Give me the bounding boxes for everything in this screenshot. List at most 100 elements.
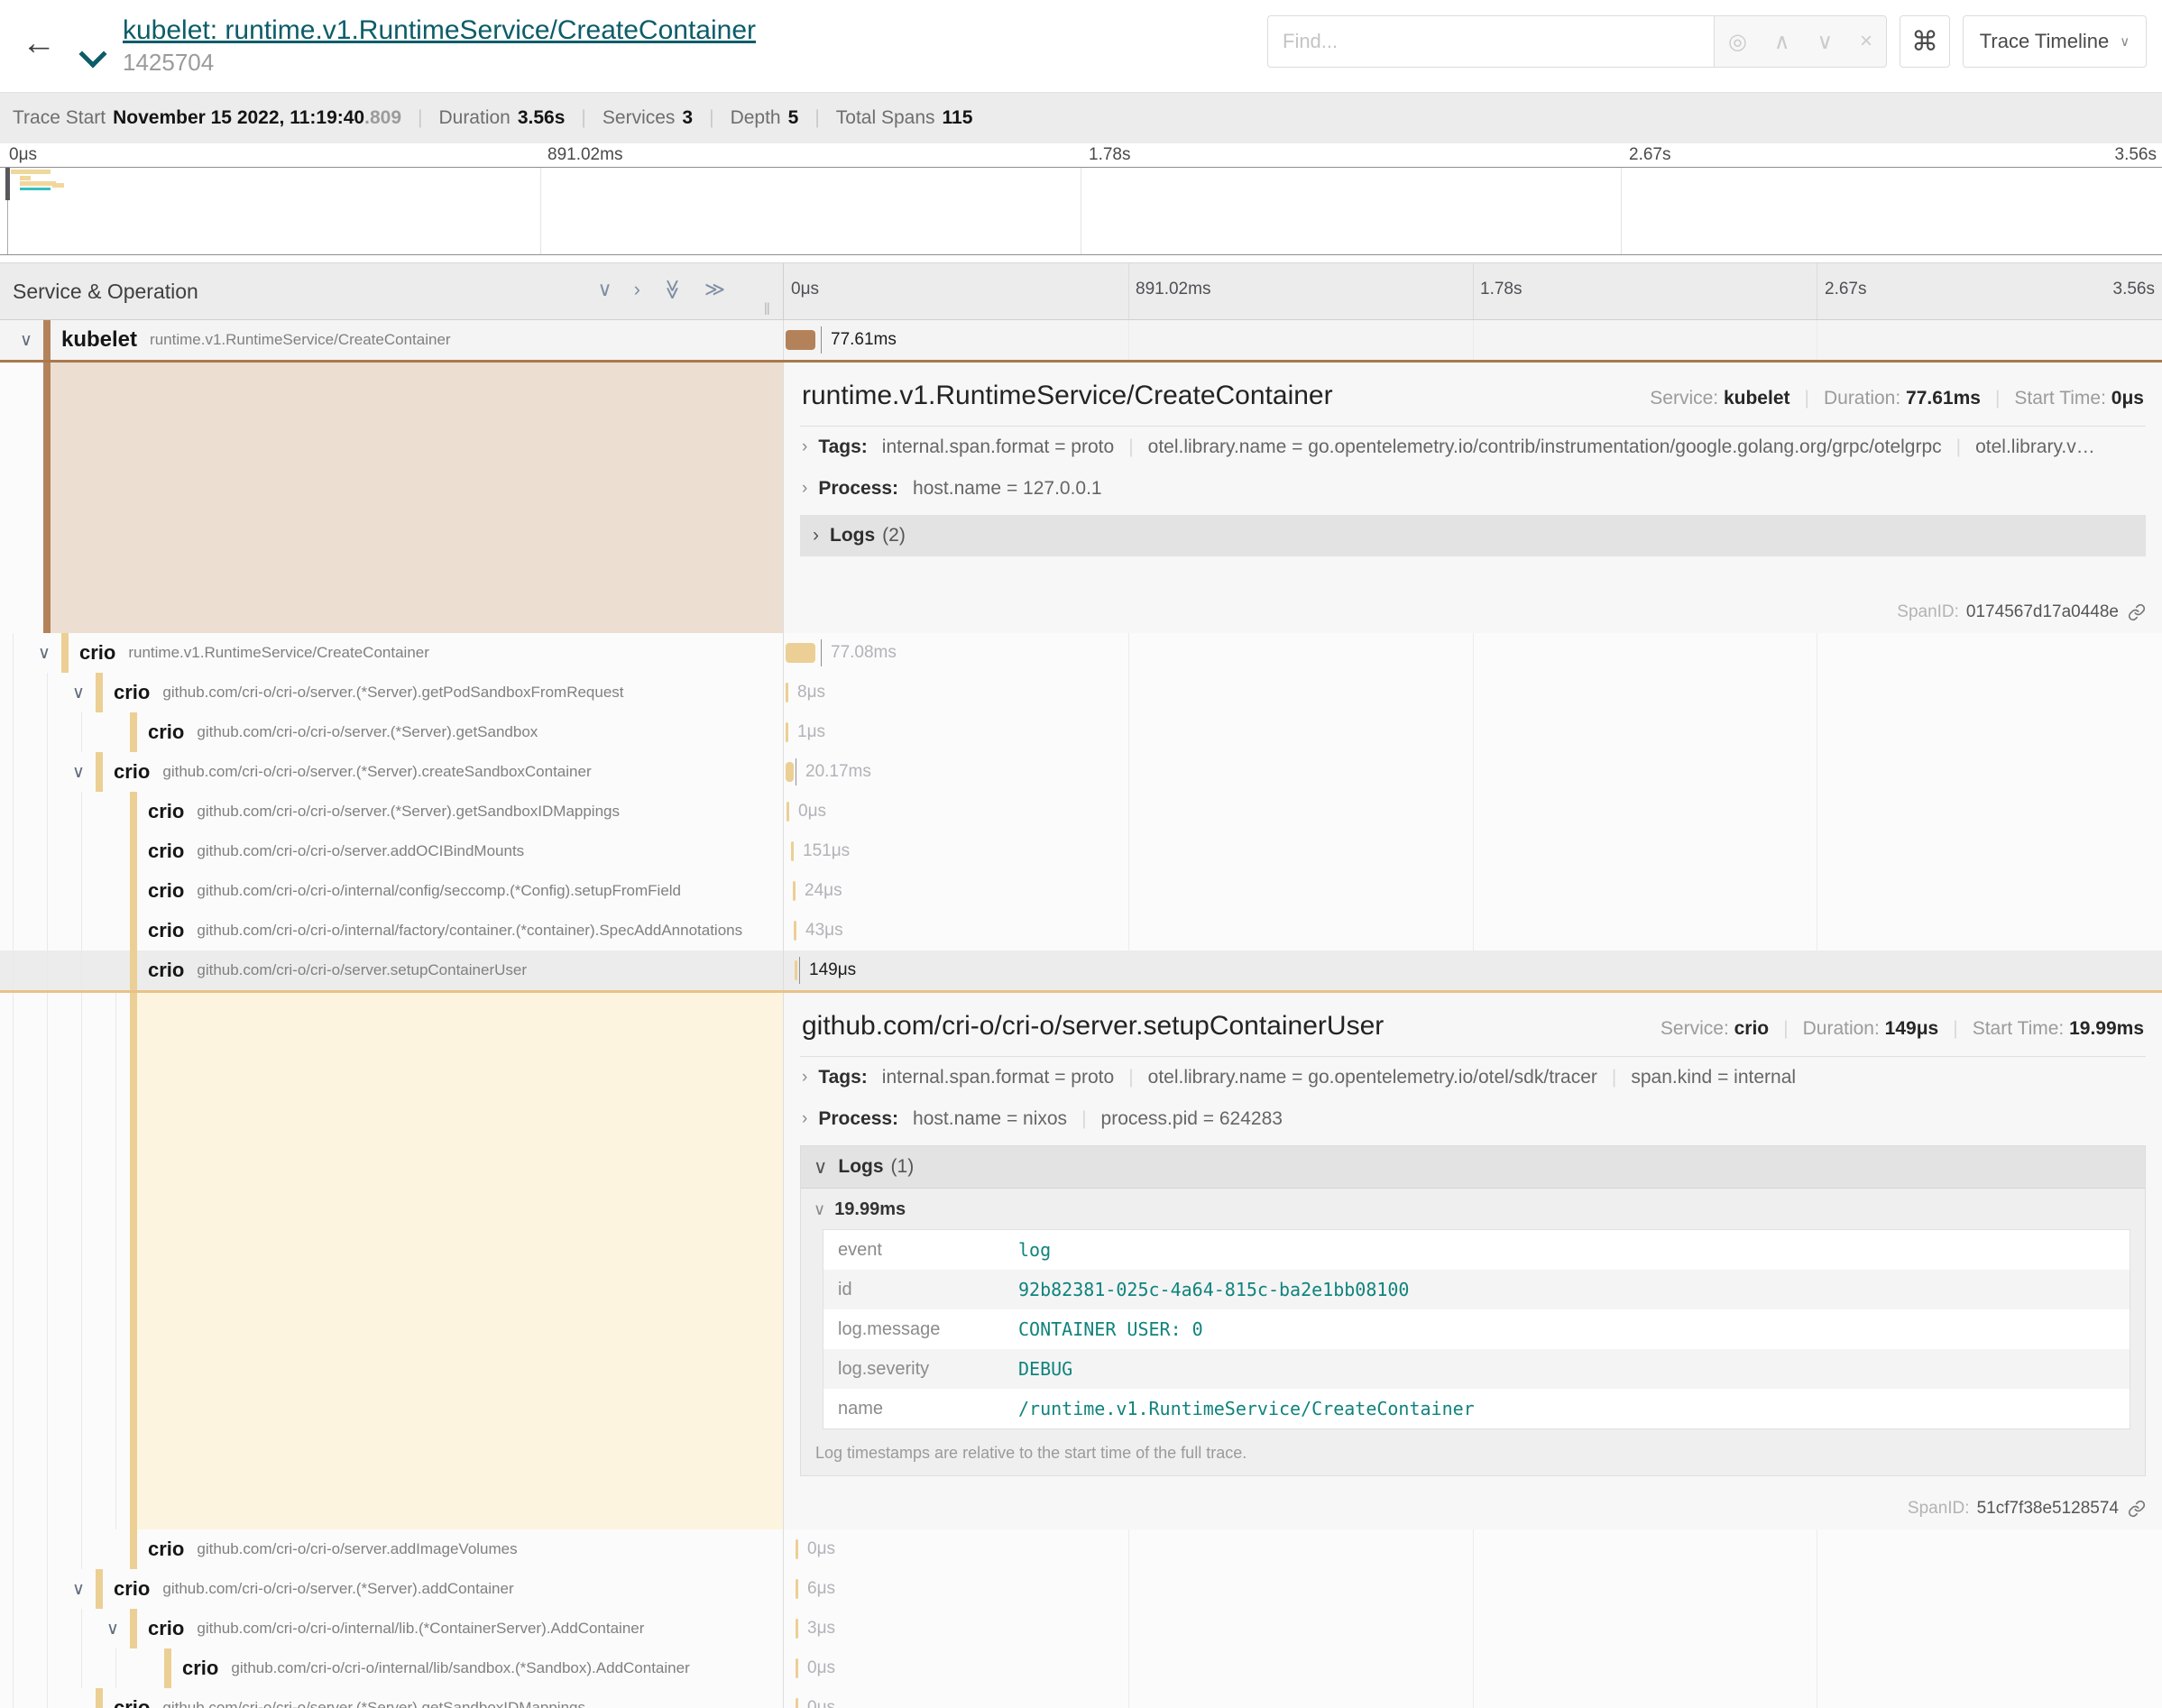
span-row[interactable]: crio github.com/cri-o/cri-o/internal/con…	[0, 871, 2162, 911]
chevron-right-icon[interactable]: ›	[802, 479, 807, 499]
chevron-right-icon[interactable]: ›	[802, 437, 807, 457]
span-service: crio	[114, 1577, 150, 1601]
span-name-cell[interactable]: crio github.com/cri-o/cri-o/server.(*Ser…	[0, 1688, 783, 1708]
span-row[interactable]: crio github.com/cri-o/cri-o/server.(*Ser…	[0, 1688, 2162, 1708]
span-name-cell[interactable]: ∨ crio github.com/cri-o/cri-o/server.(*S…	[0, 1569, 783, 1609]
span-bar[interactable]	[794, 921, 796, 941]
span-name-cell[interactable]: crio github.com/cri-o/cri-o/server.addIm…	[0, 1529, 783, 1569]
span-bar[interactable]	[786, 643, 815, 663]
find-input[interactable]	[1267, 15, 1714, 68]
span-row[interactable]: crio github.com/cri-o/cri-o/server.(*Ser…	[0, 712, 2162, 752]
span-timeline-cell[interactable]: 24μs	[783, 871, 2162, 911]
span-name-cell[interactable]: crio github.com/cri-o/cri-o/server.(*Ser…	[0, 792, 783, 831]
span-row[interactable]: ∨ crio github.com/cri-o/cri-o/internal/l…	[0, 1609, 2162, 1648]
span-name-cell[interactable]: ∨ kubelet runtime.v1.RuntimeService/Crea…	[0, 320, 783, 360]
minimap-scrubber[interactable]	[5, 168, 10, 200]
span-bar[interactable]	[796, 1698, 798, 1708]
span-bar[interactable]	[786, 722, 788, 742]
prev-result-icon[interactable]: ∧	[1774, 29, 1790, 55]
span-timeline-cell[interactable]: 77.08ms	[783, 633, 2162, 673]
span-name-cell[interactable]: crio github.com/cri-o/cri-o/server.(*Ser…	[0, 712, 783, 752]
span-row[interactable]: ∨ crio github.com/cri-o/cri-o/server.(*S…	[0, 1569, 2162, 1609]
span-name-cell[interactable]: ∨ crio github.com/cri-o/cri-o/server.(*S…	[0, 752, 783, 792]
span-timeline-cell[interactable]: 151μs	[783, 831, 2162, 871]
span-row[interactable]: crio github.com/cri-o/cri-o/server.(*Ser…	[0, 792, 2162, 831]
chevron-down-icon[interactable]: ∨	[20, 330, 43, 351]
span-bar[interactable]	[787, 802, 789, 822]
chevron-down-icon[interactable]: ∨	[72, 1579, 96, 1600]
collapse-all-icon[interactable]: ≫	[660, 279, 684, 299]
keyboard-shortcuts-button[interactable]: ⌘	[1900, 15, 1950, 68]
span-name-cell[interactable]: ∨ crio github.com/cri-o/cri-o/internal/l…	[0, 1609, 783, 1648]
span-bar[interactable]	[793, 881, 796, 901]
target-icon[interactable]: ◎	[1728, 29, 1747, 55]
process-row[interactable]: › Process: host.name = nixos process.pid…	[800, 1098, 2146, 1140]
chevron-right-icon[interactable]: ›	[802, 1068, 807, 1088]
expand-all-icon[interactable]: ≫	[704, 278, 725, 301]
span-timeline-cell[interactable]: 1μs	[783, 712, 2162, 752]
span-timeline-cell[interactable]: 77.61ms	[783, 320, 2162, 360]
span-row[interactable]: ∨ crio runtime.v1.RuntimeService/CreateC…	[0, 633, 2162, 673]
span-bar[interactable]	[786, 683, 788, 702]
column-resizer-handle[interactable]: ‖	[764, 300, 770, 319]
logs-toggle[interactable]: › Logs (2)	[800, 515, 2146, 556]
collapse-header-chevron-icon[interactable]	[78, 40, 106, 68]
span-bar[interactable]	[791, 841, 794, 861]
span-row[interactable]: ∨ crio github.com/cri-o/cri-o/server.(*S…	[0, 752, 2162, 792]
span-timeline-cell[interactable]: 0μs	[783, 1688, 2162, 1708]
span-name-cell[interactable]: crio github.com/cri-o/cri-o/server.setup…	[0, 950, 783, 990]
clear-find-icon[interactable]: ×	[1860, 29, 1872, 54]
span-name-cell[interactable]: ∨ crio runtime.v1.RuntimeService/CreateC…	[0, 633, 783, 673]
minimap-canvas[interactable]	[0, 167, 2162, 255]
chevron-down-icon[interactable]: ∨	[38, 643, 61, 664]
trace-title-block: kubelet: runtime.v1.RuntimeService/Creat…	[123, 15, 756, 77]
span-timeline-cell[interactable]: 3μs	[783, 1609, 2162, 1648]
trace-title-link[interactable]: kubelet: runtime.v1.RuntimeService/Creat…	[123, 15, 756, 46]
span-bar[interactable]	[796, 1539, 798, 1559]
span-name-cell[interactable]: ∨ crio github.com/cri-o/cri-o/server.(*S…	[0, 673, 783, 712]
span-bar[interactable]	[796, 1579, 798, 1599]
chevron-down-icon[interactable]: ∨	[72, 762, 96, 783]
span-timeline-cell[interactable]: 6μs	[783, 1569, 2162, 1609]
span-bar[interactable]	[796, 1658, 798, 1678]
chevron-down-icon[interactable]: ∨	[106, 1619, 130, 1639]
span-timeline-cell[interactable]: 20.17ms	[783, 752, 2162, 792]
span-timeline-cell[interactable]: 0μs	[783, 1529, 2162, 1569]
span-row[interactable]: crio github.com/cri-o/cri-o/internal/fac…	[0, 911, 2162, 950]
span-timeline-cell[interactable]: 0μs	[783, 1648, 2162, 1688]
collapse-one-icon[interactable]: ∨	[598, 278, 612, 301]
span-timeline-cell[interactable]: 8μs	[783, 673, 2162, 712]
service-color-bar	[130, 911, 137, 950]
span-timeline-cell[interactable]: 43μs	[783, 911, 2162, 950]
span-row[interactable]: crio github.com/cri-o/cri-o/internal/lib…	[0, 1648, 2162, 1688]
span-bar[interactable]	[795, 960, 797, 980]
expand-one-icon[interactable]: ›	[634, 278, 640, 301]
span-row[interactable]: crio github.com/cri-o/cri-o/server.addIm…	[0, 1529, 2162, 1569]
span-bar[interactable]	[786, 330, 815, 350]
span-name-cell[interactable]: crio github.com/cri-o/cri-o/internal/lib…	[0, 1648, 783, 1688]
span-name-cell[interactable]: crio github.com/cri-o/cri-o/internal/con…	[0, 871, 783, 911]
span-row[interactable]: ∨ kubelet runtime.v1.RuntimeService/Crea…	[0, 320, 2162, 360]
back-icon[interactable]: ←	[22, 24, 56, 63]
chevron-down-icon[interactable]: ∨	[72, 683, 96, 703]
next-result-icon[interactable]: ∨	[1817, 29, 1833, 55]
view-selector-button[interactable]: Trace Timeline ∨	[1963, 15, 2147, 68]
link-icon[interactable]	[2128, 603, 2146, 621]
span-bar[interactable]	[786, 762, 794, 782]
process-row[interactable]: › Process: host.name = 127.0.0.1	[800, 468, 2146, 510]
span-row[interactable]: crio github.com/cri-o/cri-o/server.setup…	[0, 950, 2162, 990]
link-icon[interactable]	[2128, 1500, 2146, 1518]
span-row[interactable]: crio github.com/cri-o/cri-o/server.addOC…	[0, 831, 2162, 871]
tags-row[interactable]: › Tags: internal.span.format = proto ote…	[800, 1057, 2146, 1098]
span-name-cell[interactable]: crio github.com/cri-o/cri-o/internal/fac…	[0, 911, 783, 950]
chevron-right-icon[interactable]: ›	[802, 1109, 807, 1129]
span-timeline-cell[interactable]: 149μs	[783, 950, 2162, 990]
minimap-ticks: 0μs 891.02ms 1.78s 2.67s 3.56s	[0, 143, 2162, 167]
tags-row[interactable]: › Tags: internal.span.format = proto ote…	[800, 427, 2146, 468]
span-timeline-cell[interactable]: 0μs	[783, 792, 2162, 831]
span-bar[interactable]	[796, 1619, 798, 1639]
logs-toggle[interactable]: ∨ Logs (1)	[801, 1146, 2145, 1189]
span-row[interactable]: ∨ crio github.com/cri-o/cri-o/server.(*S…	[0, 673, 2162, 712]
span-name-cell[interactable]: crio github.com/cri-o/cri-o/server.addOC…	[0, 831, 783, 871]
log-entry-toggle[interactable]: ∨ 19.99ms	[801, 1189, 2145, 1229]
